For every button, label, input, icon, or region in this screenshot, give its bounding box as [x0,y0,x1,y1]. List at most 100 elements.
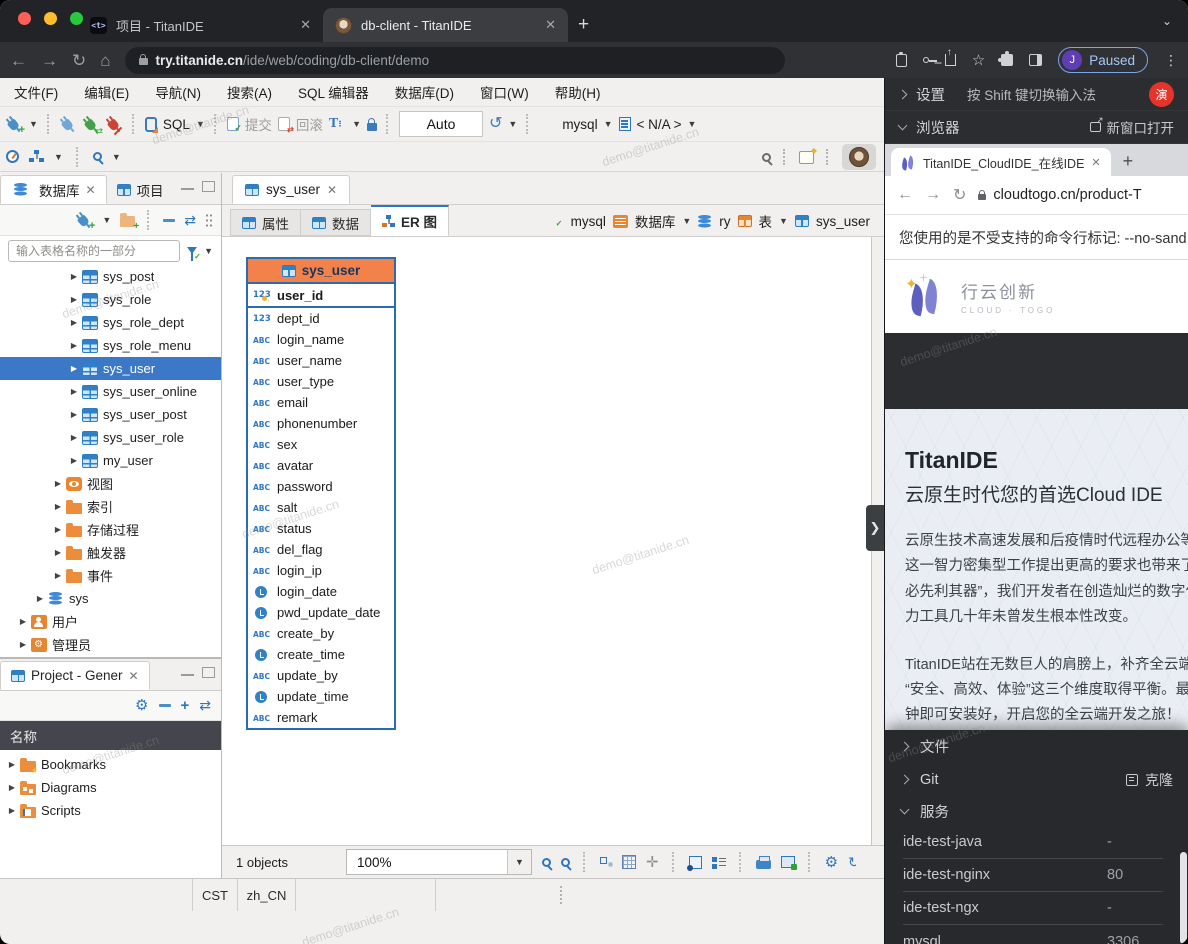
tree-item[interactable]: ▶ 系统信息 [0,656,221,657]
reload-button[interactable]: ↻ [72,52,86,69]
er-column-row[interactable]: dept_id [248,308,394,329]
close-tab-icon[interactable]: ✕ [300,17,311,33]
rollback-button[interactable]: 回滚 [296,114,323,134]
er-column-row[interactable]: login_ip [248,560,394,581]
view-settings-icon[interactable] [712,856,726,869]
expander-icon[interactable]: ▶ [68,387,80,396]
tree-item[interactable]: ▶ 存储过程 [0,518,221,541]
menu-item[interactable]: 编辑(E) [84,82,129,102]
expander-icon[interactable]: ▶ [6,760,18,769]
expander-icon[interactable]: ▶ [17,617,29,626]
tab-project-general[interactable]: Project - Gener ✕ [0,661,150,690]
expander-icon[interactable]: ▶ [17,640,29,649]
commit-mode-select[interactable]: Auto [399,111,483,137]
maximize-panel-icon[interactable] [202,181,215,192]
er-column-row[interactable]: create_time [248,644,394,665]
menu-item[interactable]: 搜索(A) [227,82,272,102]
search-icon[interactable] [762,153,771,162]
breadcrumb-table-label[interactable]: 表 [759,211,773,231]
browser-section-row[interactable]: 浏览器 新窗口打开 [885,111,1188,144]
connect-button[interactable] [60,116,77,133]
diagram-dropdown-icon[interactable]: ▼ [54,152,63,162]
project-item[interactable]: ▶ Bookmarks [0,753,221,776]
link-editor-icon[interactable]: ⇄ [199,697,211,714]
minimize-panel-icon[interactable] [181,181,194,190]
connection-dropdown-icon[interactable]: ▼ [604,119,613,129]
tab-search-chevron-icon[interactable]: ⌄ [1162,14,1172,28]
add-note-icon[interactable] [689,856,702,869]
filter-dropdown-icon[interactable]: ▼ [204,246,213,256]
forward-button[interactable]: → [41,52,58,69]
settings-section-row[interactable]: 设置 按 Shift 键切换输入法 演 [885,78,1188,111]
collapse-all-icon[interactable] [163,219,175,222]
address-bar[interactable]: try.titanide.cn/ide/web/coding/db-client… [125,47,785,74]
er-column-row[interactable]: avatar [248,455,394,476]
project-item[interactable]: ▶ Diagrams [0,776,221,799]
expander-icon[interactable]: ▶ [52,502,64,511]
service-row[interactable]: ide-test-ngx - [903,892,1163,925]
tab-database-navigator[interactable]: 数据库 ✕ [0,175,107,204]
print-icon[interactable] [756,860,771,869]
share-icon[interactable] [945,54,956,66]
er-column-row[interactable]: phonenumber [248,413,394,434]
sql-editor-button[interactable]: SQL [163,117,190,132]
close-window-button[interactable] [18,12,31,25]
history-dropdown-icon[interactable]: ▼ [508,119,517,129]
er-column-row[interactable]: user_name [248,350,394,371]
tab-project-navigator[interactable]: 项目 [107,175,174,204]
embedded-browser-tab[interactable]: TitanIDE_CloudIDE_在线IDE ✕ [891,148,1111,176]
transaction-dropdown-icon[interactable]: ▼ [352,119,361,129]
menu-item[interactable]: 窗口(W) [480,82,529,102]
expander-icon[interactable]: ▶ [68,318,80,327]
breadcrumb-database-label[interactable]: 数据库 [635,211,676,231]
subtab-er-diagram[interactable]: ER 图 [371,205,449,236]
minimize-window-button[interactable] [44,12,57,25]
service-row[interactable]: ide-test-nginx 80 [903,859,1163,892]
dashboard-icon[interactable] [6,150,19,163]
er-column-row[interactable]: password [248,476,394,497]
project-item[interactable]: ▶ Scripts [0,799,221,822]
expander-icon[interactable]: ▶ [68,410,80,419]
chevron-down-icon[interactable] [898,121,908,131]
tree-item[interactable]: ▶ sys_role [0,288,221,311]
er-column-row[interactable]: update_by [248,665,394,686]
browser-tab-project[interactable]: <t> 项目 - TitanIDE ✕ [78,8,323,42]
lock-icon[interactable] [139,58,148,65]
editor-tab-sys-user[interactable]: sys_user ✕ [232,175,350,204]
subtab-data[interactable]: 数据 [301,209,371,236]
view-menu-icon[interactable] [205,213,213,227]
back-button[interactable]: ← [10,52,27,69]
er-column-row[interactable]: pwd_update_date [248,602,394,623]
expander-icon[interactable]: ▶ [6,783,18,792]
expander-icon[interactable]: ▶ [6,806,18,815]
chevron-right-icon[interactable] [900,742,910,752]
close-icon[interactable]: ✕ [129,669,139,683]
er-column-row[interactable]: status [248,518,394,539]
er-column-row[interactable]: salt [248,497,394,518]
menu-item[interactable]: 文件(F) [14,82,58,102]
git-clone-button[interactable]: 克隆 [1126,770,1173,790]
er-column-row[interactable]: email [248,392,394,413]
schema-dropdown-icon[interactable]: ▼ [688,119,697,129]
chevron-right-icon[interactable] [898,89,908,99]
zoom-level-select[interactable]: 100% ▼ [346,849,532,875]
menu-item[interactable]: 导航(N) [155,82,201,102]
tree-item[interactable]: ▶ sys_user_online [0,380,221,403]
commit-button[interactable]: 提交 [245,114,272,134]
tree-item[interactable]: ▶ 事件 [0,564,221,587]
tree-item[interactable]: ▶ sys_user_post [0,403,221,426]
er-column-row[interactable]: del_flag [248,539,394,560]
schema-selector[interactable]: < N/A > [637,117,682,132]
tree-item[interactable]: ▶ sys_post [0,265,221,288]
new-connection-icon[interactable] [76,212,93,229]
er-column-row[interactable]: user_type [248,371,394,392]
profile-chip[interactable]: J Paused [1058,47,1148,73]
expand-all-icon[interactable]: + [181,698,190,713]
forward-icon[interactable]: → [925,186,941,204]
expander-icon[interactable]: ▶ [68,433,80,442]
menu-item[interactable]: 数据库(D) [395,82,454,102]
tree-item[interactable]: ▶ 触发器 [0,541,221,564]
new-tab-button[interactable]: + [578,14,589,36]
maximize-window-button[interactable] [70,12,83,25]
new-connection-dropdown-icon[interactable]: ▼ [29,119,38,129]
